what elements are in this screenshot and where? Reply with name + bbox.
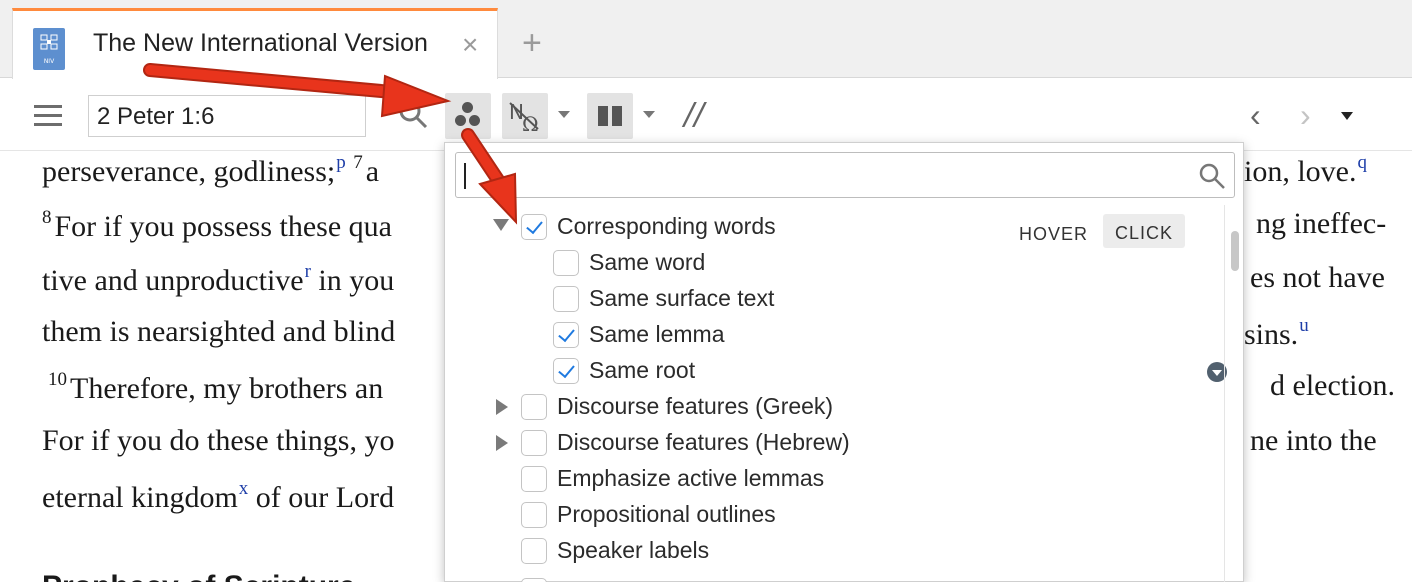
text-line: tive and unproductiver in you — [42, 261, 395, 297]
visual-filters-dropdown: Corresponding words HOVER CLICK Same wor… — [444, 142, 1244, 582]
collapsed-triangle-icon[interactable] — [496, 399, 508, 415]
text-line: ion, love.q — [1244, 152, 1368, 188]
text-line: ng ineffec- — [1256, 207, 1387, 240]
interlinear-dropdown-icon[interactable] — [558, 111, 570, 118]
parallel-resources-icon[interactable]: // — [684, 97, 704, 132]
checkbox[interactable] — [521, 578, 547, 582]
history-menu-icon[interactable] — [1341, 112, 1353, 120]
text-line: eternal kingdomx of our Lord — [42, 478, 395, 514]
footnote-link[interactable]: q — [1358, 152, 1368, 173]
tab-title: The New International Version — [93, 29, 428, 57]
section-heading: Prophecy of Scripture — [42, 570, 355, 582]
tab-icon-label: NIV — [43, 58, 55, 65]
filter-search-field[interactable] — [455, 152, 1235, 198]
option-corresponding-words[interactable]: Corresponding words — [445, 209, 1005, 243]
text-line: 10 Therefore, my brothers an — [48, 369, 384, 405]
text-cursor — [464, 163, 466, 189]
verse-number: 7 — [353, 152, 363, 173]
footnote-link[interactable]: p — [336, 152, 346, 173]
bible-resource-icon: NIV — [33, 28, 65, 70]
checkbox[interactable] — [521, 466, 547, 492]
dot-icon — [462, 102, 473, 113]
resource-glyph-icon — [40, 34, 58, 50]
checkbox[interactable] — [553, 322, 579, 348]
add-tab-icon[interactable]: + — [522, 26, 542, 60]
columns-button[interactable] — [587, 93, 633, 139]
scrollbar-thumb[interactable] — [1231, 231, 1239, 271]
filter-input[interactable] — [468, 159, 1188, 191]
text-line: es not have — [1250, 261, 1385, 294]
checkbox[interactable] — [521, 214, 547, 240]
checkbox[interactable] — [521, 394, 547, 420]
option-speaker-labels[interactable]: Speaker labels — [445, 533, 1045, 567]
columns-dropdown-icon[interactable] — [643, 111, 655, 118]
checkbox[interactable] — [521, 502, 547, 528]
search-icon — [1199, 163, 1225, 189]
checkbox[interactable] — [553, 358, 579, 384]
checkbox[interactable] — [521, 430, 547, 456]
text-line: ne into the — [1250, 424, 1377, 457]
tab-bar: NIV The New International Version × + — [0, 0, 1412, 79]
reference-input[interactable]: 2 Peter 1:6 — [88, 95, 366, 137]
text-line: perseverance, godliness;p 7a — [42, 152, 380, 188]
option-propositional-outlines[interactable]: Propositional outlines — [445, 497, 1045, 531]
columns-icon — [598, 106, 622, 126]
collapsed-triangle-icon[interactable] — [496, 435, 508, 451]
back-arrow-icon[interactable]: ‹ — [1250, 97, 1261, 134]
option-discourse-greek[interactable]: Discourse features (Greek) — [445, 389, 1045, 423]
option-discourse-hebrew[interactable]: Discourse features (Hebrew) — [445, 425, 1045, 459]
footnote-link[interactable]: x — [239, 478, 249, 499]
option-partial[interactable] — [445, 573, 1045, 582]
text-line: 8 For if you possess these qua — [42, 207, 392, 243]
toolbar: 2 Peter 1:6 N Ω // ‹ › — [0, 79, 1412, 151]
hamburger-menu-icon[interactable] — [34, 105, 62, 127]
checkbox[interactable] — [521, 538, 547, 564]
checkbox[interactable] — [553, 286, 579, 312]
tab-niv[interactable]: NIV The New International Version × — [12, 8, 498, 79]
text-line: For if you do these things, yo — [42, 424, 395, 457]
visual-filters-button[interactable] — [445, 93, 491, 139]
hover-mode-button[interactable]: HOVER — [1019, 224, 1088, 245]
option-emphasize-active-lemmas[interactable]: Emphasize active lemmas — [445, 461, 1045, 495]
option-same-surface-text[interactable]: Same surface text — [445, 281, 945, 315]
text-line: them is nearsighted and blind — [42, 315, 396, 348]
scrollbar-track[interactable] — [1224, 205, 1225, 582]
option-same-word[interactable]: Same word — [445, 245, 945, 279]
expanded-triangle-icon[interactable] — [493, 219, 509, 231]
click-mode-button[interactable]: CLICK — [1103, 214, 1185, 248]
verse-number: 10 — [48, 369, 67, 390]
checkbox[interactable] — [553, 250, 579, 276]
text-line: sins.u — [1244, 315, 1309, 351]
dot-icon — [469, 115, 480, 126]
option-same-root[interactable]: Same root — [445, 353, 945, 387]
search-icon[interactable] — [398, 99, 428, 129]
forward-arrow-icon[interactable]: › — [1300, 97, 1311, 134]
text-line: d election. — [1270, 369, 1395, 402]
interlinear-icon: N Ω — [509, 100, 539, 136]
option-same-lemma[interactable]: Same lemma — [445, 317, 945, 351]
verse-number: 8 — [42, 207, 52, 228]
interlinear-button[interactable]: N Ω — [502, 93, 548, 139]
close-tab-icon[interactable]: × — [462, 31, 478, 59]
dot-icon — [455, 115, 466, 126]
footnote-link[interactable]: u — [1299, 315, 1309, 336]
